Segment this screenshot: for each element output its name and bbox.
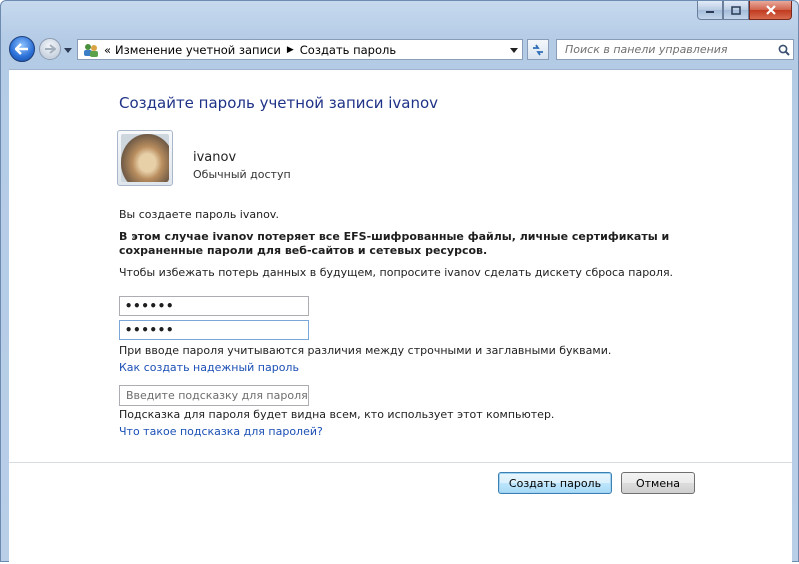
minimize-icon [706, 11, 714, 13]
close-icon [765, 5, 776, 15]
confirm-password-value: •••••• [125, 323, 175, 337]
search-input[interactable] [557, 40, 775, 59]
forward-button[interactable] [39, 38, 61, 60]
warning-text: В этом случае ivanov потеряет все EFS-ши… [119, 230, 670, 257]
minimize-button[interactable] [697, 1, 723, 20]
address-bar[interactable]: « Изменение учетной записи ▶ Создать пар… [77, 39, 523, 60]
hint-note: Подсказка для пароля будет видна всем, к… [119, 408, 555, 421]
back-button[interactable] [9, 36, 35, 62]
search-box[interactable] [556, 39, 794, 60]
bottom-strip [9, 554, 792, 564]
avatar [117, 130, 173, 186]
close-button[interactable] [749, 1, 792, 20]
cancel-button[interactable]: Отмена [621, 472, 695, 494]
confirm-password-field[interactable]: •••••• [119, 320, 309, 340]
breadcrumb-create-password[interactable]: Создать пароль [300, 43, 396, 57]
address-dropdown-icon[interactable] [510, 46, 518, 54]
refresh-icon [533, 44, 543, 55]
hint-help-link[interactable]: Что такое подсказка для паролей? [119, 425, 323, 438]
maximize-button[interactable] [723, 1, 749, 20]
refresh-button[interactable] [527, 39, 549, 60]
caption-buttons [697, 1, 792, 21]
case-sensitivity-note: При вводе пароля учитываются различия ме… [119, 344, 612, 357]
forward-arrow-icon [45, 44, 56, 54]
new-password-field[interactable]: •••••• [119, 296, 309, 316]
hint-input[interactable] [120, 386, 308, 405]
search-icon[interactable] [775, 41, 793, 59]
address-overflow[interactable]: « [104, 43, 111, 57]
back-arrow-icon [15, 43, 28, 55]
user-accounts-icon [84, 43, 98, 57]
window: « Изменение учетной записи ▶ Создать пар… [0, 0, 799, 564]
breadcrumb-separator-icon[interactable]: ▶ [287, 45, 294, 55]
divider [9, 462, 792, 463]
account-type: Обычный доступ [193, 168, 291, 181]
maximize-icon [731, 5, 741, 15]
page-title: Создайте пароль учетной записи ivanov [119, 94, 439, 112]
hint-field[interactable] [119, 385, 309, 406]
kitten-picture [121, 134, 169, 182]
account-name: ivanov [193, 150, 237, 165]
content-pane: Создайте пароль учетной записи ivanov iv… [9, 69, 792, 564]
strong-password-link[interactable]: Как создать надежный пароль [119, 361, 299, 374]
advice-text: Чтобы избежать потерь данных в будущем, … [119, 266, 674, 279]
create-password-button[interactable]: Создать пароль [498, 472, 612, 494]
intro-text: Вы создаете пароль ivanov. [119, 208, 279, 221]
navigation-bar: « Изменение учетной записи ▶ Создать пар… [1, 35, 798, 63]
history-dropdown-icon[interactable] [63, 45, 73, 55]
breadcrumb-change-account[interactable]: Изменение учетной записи [115, 43, 281, 57]
new-password-value: •••••• [125, 299, 175, 313]
